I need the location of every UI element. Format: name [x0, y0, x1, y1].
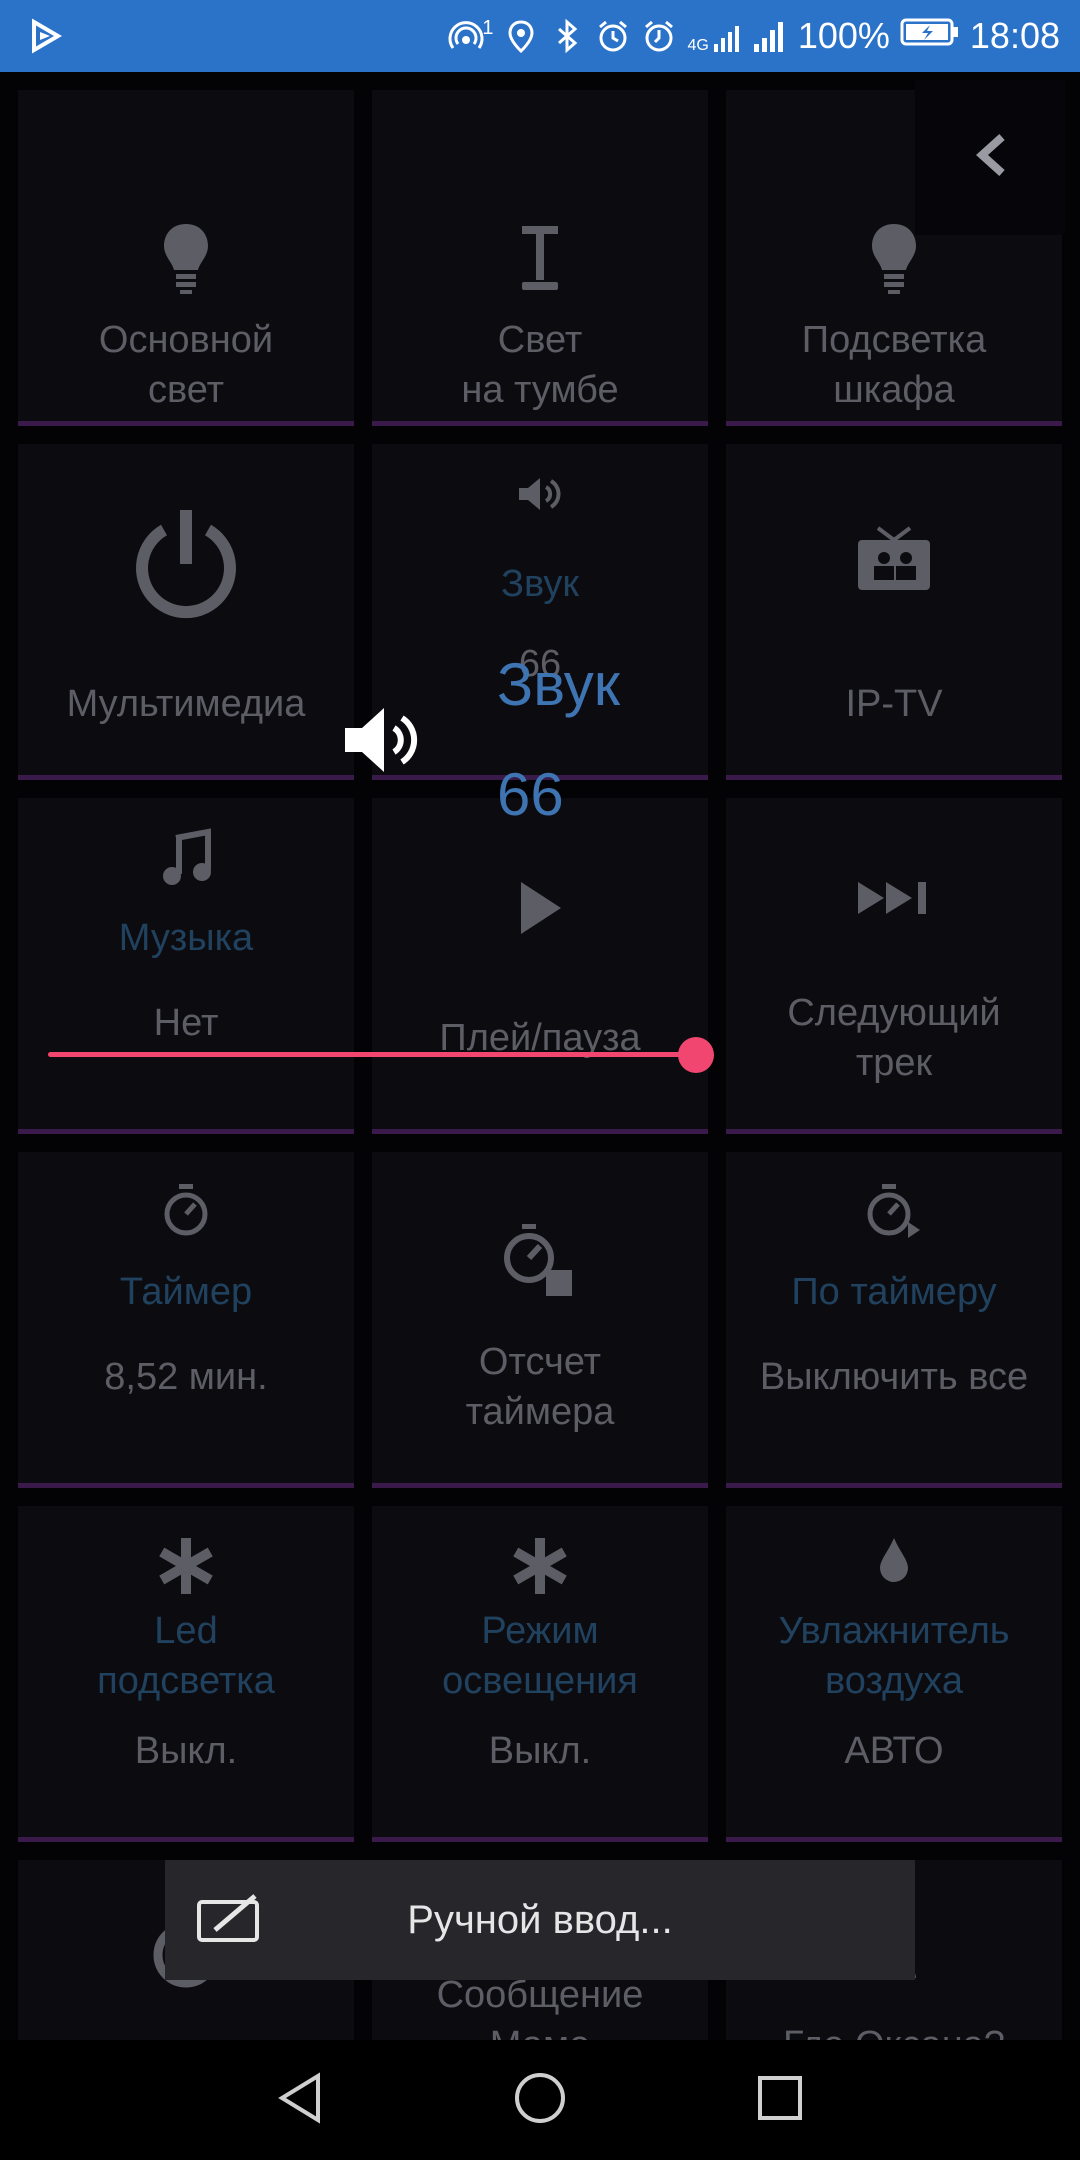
tile[interactable]: Led подсветка Выкл.	[18, 1506, 354, 1842]
tile-label: Таймер	[119, 1271, 253, 1313]
tile[interactable]: IP-TV	[726, 444, 1062, 780]
nav-home-icon	[512, 2070, 568, 2131]
status-bar: 1 4G 100% 18:08	[0, 0, 1080, 72]
tile-grid: Основной свет Свет на тумбе Подсветка шкаф…	[0, 72, 1080, 2066]
tile-label: Увлажнитель воздуха	[778, 1610, 1010, 1702]
asterisk-icon	[372, 1536, 708, 1596]
alarm-clock-icon	[641, 18, 677, 54]
next-track-icon	[726, 878, 1062, 918]
signal-badge: 1	[482, 16, 494, 39]
tile-label: Следующий трек	[787, 992, 1001, 1084]
asterisk-icon	[18, 1536, 354, 1596]
chevron-left-icon	[970, 131, 1010, 184]
tile[interactable]: Мультимедиа	[18, 444, 354, 780]
tile-label: Музыка	[118, 917, 254, 959]
nav-back-icon	[272, 2070, 328, 2131]
play-icon	[372, 878, 708, 938]
tile[interactable]: Плей/пауза	[372, 798, 708, 1134]
tile-label: Мультимедиа	[66, 683, 306, 725]
battery-charging-icon	[900, 16, 960, 57]
tile-label: Свет на тумбе	[461, 319, 619, 411]
tile-value: Выключить все	[759, 1356, 1029, 1398]
tile-label: Режим освещения	[442, 1610, 638, 1702]
signal-icon	[752, 18, 788, 54]
tile[interactable]: Увлажнитель воздуха АВТО	[726, 1506, 1062, 1842]
nav-recents-icon	[752, 2070, 808, 2131]
nav-home-button[interactable]	[504, 2064, 576, 2136]
alarm-icon	[595, 18, 631, 54]
tile[interactable]: Следующий трек	[726, 798, 1062, 1134]
lamp-icon	[372, 220, 708, 300]
tile-value: АВТО	[844, 1730, 944, 1772]
bluetooth-icon	[549, 18, 585, 54]
tile-value: Выкл.	[488, 1730, 592, 1772]
tv-icon	[726, 524, 1062, 594]
tile-label: Плей/пауза	[439, 1017, 641, 1059]
manual-input-label: Ручной ввод...	[407, 1897, 673, 1942]
nav-back-button[interactable]	[264, 2064, 336, 2136]
tile[interactable]: Звук 66	[372, 444, 708, 780]
manual-input-button[interactable]: Ручной ввод...	[165, 1860, 915, 1980]
tile[interactable]: По таймеру Выключить все	[726, 1152, 1062, 1488]
tile[interactable]: Музыка Нет	[18, 798, 354, 1134]
tile-value: Нет	[153, 1002, 219, 1044]
drop-icon	[726, 1536, 1062, 1586]
play-store-icon	[28, 16, 68, 56]
tile-label: Звук	[501, 563, 579, 605]
tile-label: По таймеру	[791, 1271, 997, 1313]
music-icon	[18, 828, 354, 888]
status-icons: 1 4G 100% 18:08	[448, 0, 1060, 72]
battery-percent: 100%	[797, 15, 890, 56]
tile-label: Подсветка шкафа	[801, 319, 987, 411]
back-button[interactable]	[915, 80, 1065, 235]
tile-label: Led подсветка	[97, 1610, 275, 1702]
timer-countdown-icon	[372, 1222, 708, 1302]
tile-label: Отсчет таймера	[465, 1341, 615, 1433]
tile[interactable]: Отсчет таймера	[372, 1152, 708, 1488]
bulb-icon	[18, 220, 354, 300]
tile[interactable]: Таймер 8,52 мин.	[18, 1152, 354, 1488]
power-icon	[18, 504, 354, 624]
tile-label: IP-TV	[845, 683, 943, 725]
tile-label: Основной свет	[98, 319, 274, 411]
speaker-icon	[372, 474, 708, 514]
hotspot-icon	[448, 18, 484, 54]
tile[interactable]: Основной свет	[18, 90, 354, 426]
mobile-data-icon: 4G	[687, 18, 741, 54]
tile-value: 66	[518, 643, 562, 685]
navigation-bar	[0, 2040, 1080, 2160]
tile-value: 8,52 мин.	[104, 1356, 268, 1398]
clock: 18:08	[969, 15, 1060, 56]
tile-value: Выкл.	[134, 1730, 238, 1772]
timer-icon	[18, 1182, 354, 1238]
timer-schedule-icon	[726, 1182, 1062, 1242]
network-type: 4G	[687, 37, 709, 54]
tile[interactable]: Свет на тумбе	[372, 90, 708, 426]
tile[interactable]: Режим освещения Выкл.	[372, 1506, 708, 1842]
location-icon	[503, 18, 539, 54]
nav-recents-button[interactable]	[744, 2064, 816, 2136]
